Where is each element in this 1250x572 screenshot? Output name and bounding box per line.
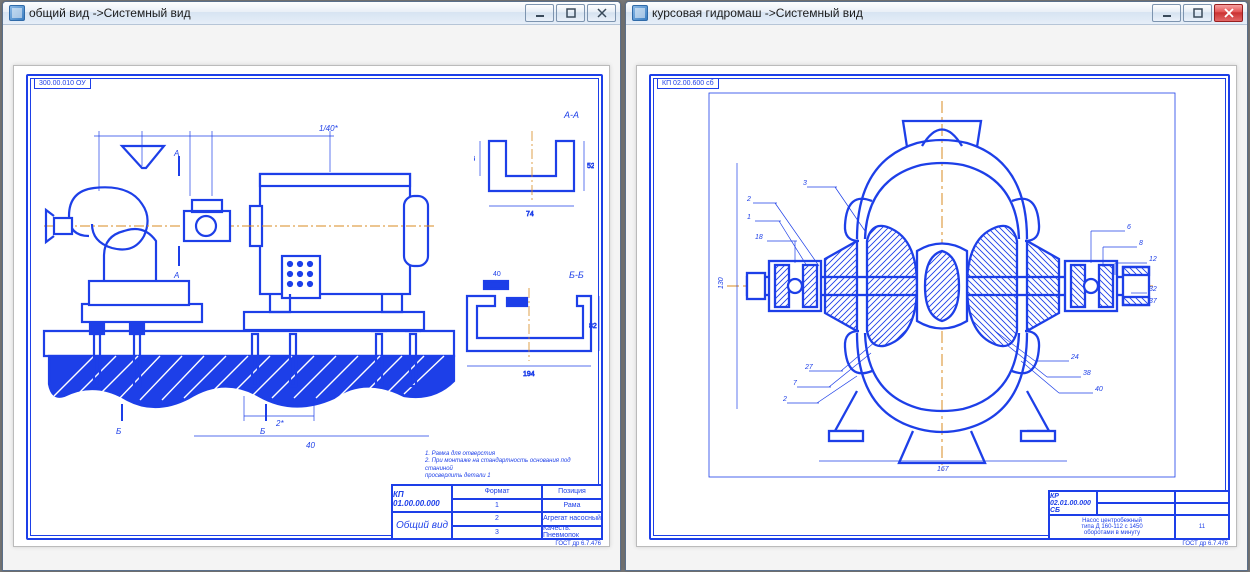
window-1-titlebar[interactable]: общий вид ->Системный вид [3,2,620,25]
svg-text:2: 2 [746,196,751,203]
section-label-b: Б-Б [569,270,584,280]
document-icon [632,5,648,21]
window-1-buttons [525,4,616,22]
svg-text:8: 8 [1139,240,1143,247]
svg-text:2: 2 [782,396,787,403]
section-view-a: А-А 74 52 6 [474,106,594,226]
svg-text:2*: 2* [275,419,284,428]
close-button[interactable] [1214,4,1243,22]
document-window-2: курсовая гидромаш ->Системный вид КП 02.… [625,1,1248,571]
section-marker-b: Б [116,427,121,436]
svg-text:37: 37 [1149,298,1158,305]
svg-text:18: 18 [755,234,763,241]
svg-text:6: 6 [474,156,475,163]
svg-text:130: 130 [718,277,725,289]
svg-text:3: 3 [803,180,807,187]
drawing-sheet-2: КП 02.00.600 сб [636,65,1237,547]
svg-text:40: 40 [306,441,315,450]
svg-text:6: 6 [1127,224,1131,231]
window-1-client-area[interactable]: 300.00.010 ОУ [3,25,620,570]
section-marker-b: Б [260,427,265,436]
drawing-sheet-1: 300.00.010 ОУ [13,65,610,547]
svg-text:32: 32 [1149,286,1157,293]
document-window-1: общий вид ->Системный вид 300.00.010 ОУ [2,1,621,571]
maximize-button[interactable] [556,4,585,22]
section-label-a: А-А [563,110,579,120]
svg-text:74: 74 [526,211,534,218]
window-1-title: общий вид ->Системный вид [29,6,525,20]
drawing-number-tag: 300.00.010 ОУ [34,78,91,89]
maximize-button[interactable] [1183,4,1212,22]
svg-text:40: 40 [1095,386,1103,393]
svg-text:1: 1 [747,214,751,221]
document-icon [9,5,25,21]
title-block-footer: ГОСТ др 6.7.476 [1182,541,1228,547]
pump-section-drawing: 18123 6812 3237 2727 403824 167130 [707,91,1177,481]
svg-text:12: 12 [1149,256,1157,263]
svg-text:1/40*: 1/40* [319,124,339,133]
svg-text:52: 52 [587,163,594,170]
svg-text:38: 38 [1083,370,1091,377]
section-marker-a: А [173,149,179,158]
svg-text:194: 194 [523,371,535,378]
section-view-b: Б-Б 40 194 82 [459,266,604,396]
window-2-buttons [1152,4,1243,22]
assembly-drawing: А А Б Б 1/40* 2* 40 [34,96,469,466]
svg-text:27: 27 [804,364,814,371]
close-button[interactable] [587,4,616,22]
svg-text:40: 40 [493,271,501,278]
drawing-number-tag: КП 02.00.600 сб [657,78,719,89]
section-marker-a: А [173,271,179,280]
window-2-title: курсовая гидромаш ->Системный вид [652,6,1152,20]
svg-text:24: 24 [1070,354,1079,361]
title-block-footer: ГОСТ др 6.7.476 [555,541,601,547]
window-2-client-area[interactable]: КП 02.00.600 сб [626,25,1247,570]
minimize-button[interactable] [525,4,554,22]
title-block-1: Формат Позиция КП 01.00.00.000 1 Рама 2 … [391,484,603,540]
title-block-2: КР 02.01.00.000 СБ Насос центробежный ти… [1048,490,1230,540]
minimize-button[interactable] [1152,4,1181,22]
drawing-notes: 1. Рамка для отверстия 2. При монтаже на… [425,451,595,480]
window-2-titlebar[interactable]: курсовая гидромаш ->Системный вид [626,2,1247,25]
svg-text:82: 82 [589,323,597,330]
svg-text:167: 167 [937,466,950,473]
svg-text:7: 7 [793,380,798,387]
